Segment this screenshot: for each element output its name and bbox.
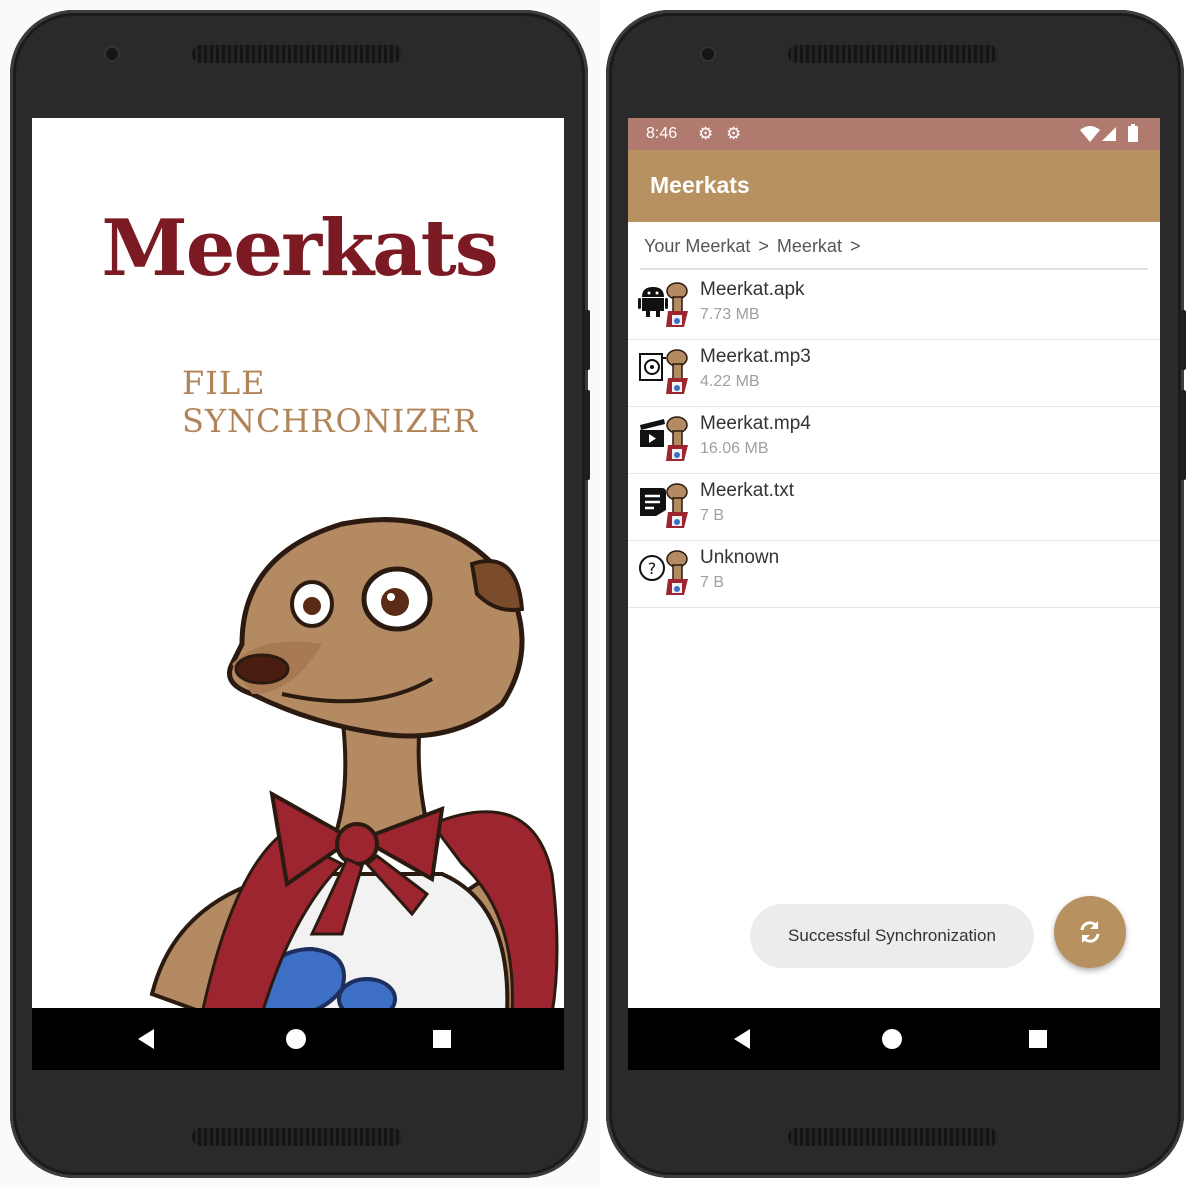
front-camera [702, 48, 714, 60]
svg-text:?: ? [648, 559, 657, 578]
breadcrumb-separator: > [758, 236, 769, 256]
breadcrumb-item-meerkat[interactable]: Meerkat [777, 236, 842, 256]
app-title: Meerkats [650, 172, 750, 198]
file-name: Meerkat.mp4 [700, 413, 811, 434]
meerkat-mascot-image [149, 517, 559, 1014]
meerkat-avatar-icon [666, 483, 688, 528]
file-row-mp4[interactable]: Meerkat.mp4 16.06 MB [628, 407, 1160, 474]
file-name: Meerkat.mp3 [700, 346, 811, 367]
nav-back-icon[interactable] [734, 1029, 750, 1049]
file-size: 16.06 MB [700, 440, 769, 457]
nav-recents-icon[interactable] [1029, 1030, 1047, 1048]
sync-fab-button[interactable] [1054, 896, 1126, 968]
power-button [1180, 390, 1186, 480]
phone-right: 8:46 ⚙ ⚙ Meerkats Your Meerkat > Meerkat > [606, 10, 1186, 1178]
top-speaker [192, 45, 402, 63]
meerkat-avatar-icon [666, 416, 688, 461]
file-size: 7.73 MB [700, 306, 760, 323]
volume-button [584, 310, 590, 370]
file-size: 7 B [700, 507, 725, 524]
meerkat-avatar-icon [666, 550, 688, 595]
gear-icon: ⚙ [698, 124, 714, 143]
front-camera [106, 48, 118, 60]
app-screen: 8:46 ⚙ ⚙ Meerkats Your Meerkat > Meerkat > [628, 118, 1160, 1070]
volume-button [1180, 310, 1186, 370]
wifi-icon [1080, 126, 1100, 142]
status-time: 8:46 [646, 125, 678, 142]
phone-left: Meerkats FILE SYNCHRONIZER [10, 10, 590, 1178]
app-bar: Meerkats [628, 150, 1160, 222]
file-row-mp3[interactable]: Meerkat.mp3 4.22 MB [628, 340, 1160, 407]
file-name: Meerkat.apk [700, 279, 805, 300]
file-name: Meerkat.txt [700, 480, 794, 501]
meerkat-avatar-icon [666, 282, 688, 327]
nav-recents-icon[interactable] [433, 1030, 451, 1048]
sync-toast: Successful Synchronization [750, 904, 1034, 968]
breadcrumb-separator: > [849, 236, 861, 256]
splash-screen: Meerkats FILE SYNCHRONIZER [32, 118, 564, 1070]
file-list: Meerkat.apk 7.73 MB Meerkat.mp3 4.22 MB … [628, 273, 1160, 608]
power-button [584, 390, 590, 480]
nav-bar [628, 1008, 1160, 1070]
nav-back-icon[interactable] [138, 1029, 154, 1049]
file-row-txt[interactable]: Meerkat.txt 7 B [628, 474, 1160, 541]
file-size: 7 B [700, 574, 725, 591]
bottom-speaker [788, 1128, 998, 1146]
nav-home-icon[interactable] [286, 1029, 306, 1049]
breadcrumb: Your Meerkat > Meerkat > [644, 236, 868, 257]
nav-home-icon[interactable] [882, 1029, 902, 1049]
splash-logo-subtitle: FILE SYNCHRONIZER [182, 364, 479, 440]
bottom-speaker [192, 1128, 402, 1146]
file-name: Unknown [700, 547, 780, 568]
breadcrumb-item-your-meerkat[interactable]: Your Meerkat [644, 236, 750, 256]
sync-icon [1080, 921, 1100, 943]
signal-icon [1102, 127, 1116, 141]
meerkat-avatar-icon [666, 349, 688, 394]
status-bar: 8:46 ⚙ ⚙ [628, 118, 1160, 150]
nav-bar [32, 1008, 564, 1070]
breadcrumb-divider [640, 268, 1148, 270]
top-speaker [788, 45, 998, 63]
file-row-unknown[interactable]: ? Unknown 7 B [628, 541, 1160, 608]
battery-icon [1128, 124, 1138, 142]
gear-icon: ⚙ [726, 124, 742, 143]
file-size: 4.22 MB [700, 373, 760, 390]
file-row-apk[interactable]: Meerkat.apk 7.73 MB [628, 273, 1160, 340]
splash-logo-title: Meerkats [101, 203, 498, 294]
